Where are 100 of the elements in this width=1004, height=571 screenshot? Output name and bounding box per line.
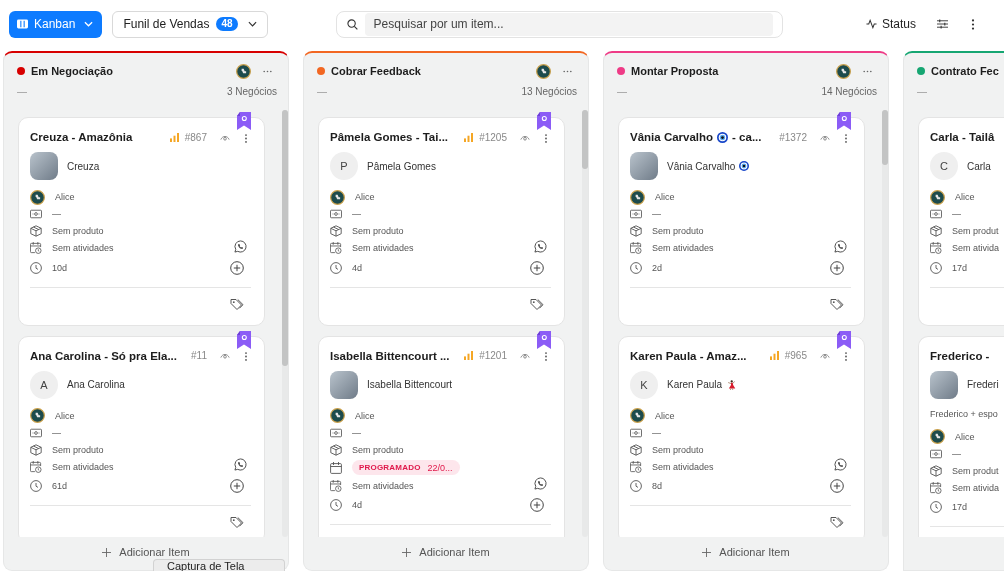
add-circle-icon[interactable] — [230, 260, 244, 275]
activities-text: Sem atividades — [52, 461, 114, 472]
deal-value: — — [352, 427, 361, 438]
user-avatar-icon — [930, 189, 945, 205]
product-text: Sem produto — [52, 226, 104, 236]
calendar-clock-icon — [30, 242, 42, 254]
deal-card[interactable]: Carla - Tailâ C Carla Alice — Sem produt Sem ativida 17d — [918, 117, 1004, 326]
scrollbar-thumb[interactable] — [282, 110, 288, 367]
phone-chat-icon[interactable] — [534, 239, 547, 253]
more-icon[interactable] — [263, 69, 272, 73]
search-icon — [346, 18, 358, 30]
clock-icon — [330, 499, 342, 511]
activities-text: Sem ativida — [952, 243, 1000, 253]
product-text: Sem produto — [52, 444, 104, 455]
kebab-menu-icon[interactable] — [971, 18, 975, 30]
sliders-icon[interactable] — [937, 19, 948, 29]
column-title: Montar Proposta — [631, 65, 719, 77]
add-circle-icon[interactable] — [530, 498, 544, 512]
user-avatar-icon — [536, 63, 551, 79]
box-icon — [330, 443, 342, 456]
money-icon — [330, 426, 342, 439]
money-icon — [630, 426, 642, 439]
dancer-icon — [726, 379, 737, 390]
deal-count: 3 Negócios — [226, 85, 277, 97]
pipeline-select[interactable]: Funil de Vendas 48 — [112, 10, 268, 38]
box-icon — [330, 225, 342, 237]
clock-icon — [630, 261, 642, 274]
deal-card[interactable]: Isabella Bittencourt ... #1201 Isabella Bittencourt Alice — Sem produto PROGRAMADO 22/0... Sem atividades 4d — [318, 335, 565, 537]
product-text: Sem produt — [952, 465, 999, 476]
tags-icon[interactable] — [830, 516, 844, 529]
column-total-value: — — [917, 85, 927, 97]
add-item-button[interactable]: Adicionar Item — [702, 546, 790, 559]
calendar-clock-icon — [630, 242, 642, 254]
product-text: Sem produto — [352, 444, 404, 455]
card-title: Pâmela Gomes - Tai... — [330, 131, 449, 143]
add-circle-icon[interactable] — [530, 260, 544, 275]
add-item-button[interactable]: Adicionar Item — [402, 546, 490, 559]
eye-icon[interactable] — [820, 133, 830, 141]
eye-icon[interactable] — [820, 352, 830, 359]
deal-card[interactable]: Ana Carolina - Só pra Ela... #11 A Ana Carolina Alice — Sem produto Sem atividades 61d — [18, 335, 265, 537]
eye-icon[interactable] — [520, 352, 530, 359]
deal-age: 2d — [652, 262, 662, 273]
phone-chat-icon[interactable] — [534, 477, 547, 490]
tags-icon[interactable] — [230, 297, 244, 311]
box-icon — [930, 464, 942, 477]
view-switch-button[interactable]: Kanban — [9, 10, 103, 38]
tags-icon[interactable] — [530, 297, 544, 311]
deal-count: 14 Negócios — [821, 85, 877, 97]
product-text: Sem produto — [652, 444, 704, 455]
add-circle-icon[interactable] — [230, 479, 244, 493]
deal-description: Frederico + espo — [930, 407, 999, 420]
phone-chat-icon[interactable] — [234, 239, 247, 253]
deal-age: 8d — [652, 481, 662, 491]
calendar-clock-icon — [330, 479, 342, 492]
deal-number: #1372 — [779, 131, 807, 143]
deal-card[interactable]: Pâmela Gomes - Tai... #1205 P Pâmela Gomes Alice — Sem produto Sem atividades 4d — [318, 117, 565, 326]
owner-name: Alice — [955, 192, 975, 202]
card-title: Creuza - Amazônia — [30, 131, 133, 143]
money-icon — [930, 447, 942, 460]
column-total-value: — — [17, 85, 27, 97]
eye-icon[interactable] — [220, 133, 230, 141]
status-button[interactable]: Status — [865, 17, 916, 31]
tags-icon[interactable] — [830, 297, 844, 311]
deal-card[interactable]: Creuza - Amazônia #867 Creuza Alice — Sem produto Sem atividades 10d — [18, 117, 265, 326]
tags-icon[interactable] — [230, 516, 244, 529]
clock-icon — [30, 261, 42, 274]
scrollbar-thumb[interactable] — [882, 110, 888, 165]
scrollbar-thumb[interactable] — [582, 110, 588, 170]
owner-name: Alice — [355, 192, 375, 202]
contact-name: Vânia Carvalho — [667, 160, 736, 172]
deal-card[interactable]: Vânia Carvalho - ca... #1372 Vânia Carvalho Alice — Sem produto Sem atividades 2d — [618, 117, 865, 326]
user-avatar-icon — [330, 408, 345, 423]
deal-card[interactable]: Frederico - Frederi Frederico + espo Alice — Sem produt Sem ativida 17d — [918, 335, 1004, 537]
phone-chat-icon[interactable] — [834, 239, 847, 253]
chevron-down-icon — [84, 21, 94, 27]
user-avatar-icon — [236, 63, 251, 79]
more-icon[interactable] — [863, 69, 872, 73]
deal-value: — — [52, 209, 61, 219]
phone-chat-icon[interactable] — [234, 458, 247, 471]
clock-icon — [930, 501, 942, 513]
contact-name: Ana Carolina — [67, 379, 125, 390]
owner-name: Alice — [955, 431, 975, 442]
photo-placeholder — [330, 370, 358, 399]
deal-value: — — [952, 209, 961, 219]
user-avatar-icon — [630, 408, 645, 423]
search-field[interactable]: Pesquisar por um item... — [364, 12, 773, 36]
add-circle-icon[interactable] — [830, 479, 844, 493]
more-icon[interactable] — [563, 69, 572, 73]
deal-value: — — [652, 427, 661, 438]
add-circle-icon[interactable] — [830, 260, 844, 275]
phone-chat-icon[interactable] — [834, 458, 847, 471]
deal-age: 10d — [52, 262, 68, 273]
eye-icon[interactable] — [220, 352, 230, 359]
deal-card[interactable]: Karen Paula - Amaz... #965 K Karen Paula Alice — Sem produto Sem atividades 8d — [618, 335, 865, 537]
add-item-button[interactable]: Adicionar Item — [102, 546, 190, 559]
user-avatar-icon — [330, 189, 345, 205]
photo-placeholder — [630, 152, 658, 180]
eye-icon[interactable] — [520, 133, 530, 141]
deal-value: — — [352, 209, 361, 219]
column-title: Contrato Fec — [931, 65, 999, 77]
